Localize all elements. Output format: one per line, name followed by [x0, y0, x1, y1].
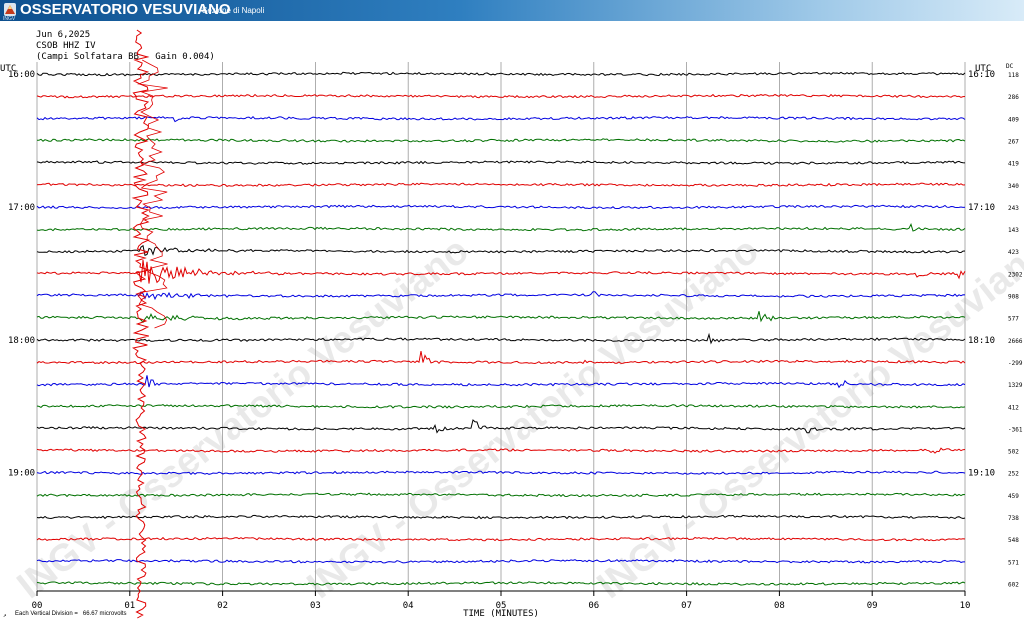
dc-value: 908 [1008, 294, 1019, 301]
x-tick-label: 10 [960, 601, 971, 611]
dc-value: 2666 [1008, 338, 1023, 345]
dc-value: 409 [1008, 116, 1019, 123]
dc-value: 423 [1008, 249, 1019, 256]
dc-value: -361 [1008, 426, 1023, 433]
dc-value: 340 [1008, 183, 1019, 190]
x-tick-label: 01 [124, 601, 135, 611]
x-tick-label: 02 [217, 601, 228, 611]
dc-label: DC [1006, 63, 1014, 70]
dc-value: 577 [1008, 316, 1019, 323]
right-time-label: 16:10 [968, 70, 995, 80]
dc-value: 2302 [1008, 271, 1023, 278]
dc-value: 286 [1008, 94, 1019, 101]
x-tick-label: 09 [867, 601, 878, 611]
dc-value: 459 [1008, 493, 1019, 500]
right-time-label: 18:10 [968, 336, 995, 346]
dc-value: 252 [1008, 471, 1019, 478]
dc-value: 548 [1008, 537, 1019, 544]
x-axis-label: TIME (MINUTES) [463, 609, 539, 619]
dc-value: -299 [1008, 360, 1023, 367]
dc-value: 602 [1008, 581, 1019, 588]
dc-value: 118 [1008, 72, 1019, 79]
right-time-label: 17:10 [968, 203, 995, 213]
dc-value: 143 [1008, 227, 1019, 234]
x-tick-label: 07 [681, 601, 692, 611]
left-time-label: 16:00 [8, 70, 35, 80]
dc-value: 243 [1008, 205, 1019, 212]
dc-value: 738 [1008, 515, 1019, 522]
footnote-mark: ↗ [3, 612, 7, 619]
dc-value: 412 [1008, 404, 1019, 411]
x-tick-label: 06 [588, 601, 599, 611]
seismogram-chart: INGV - Osservatorio VesuvianoINGV - Osse… [0, 29, 1024, 619]
x-tick-label: 03 [310, 601, 321, 611]
watermark-text: INGV - Osservatorio Vesuviano [300, 229, 767, 607]
footnote: Each Vertical Division = 66.67 microvolt… [15, 611, 127, 617]
x-tick-label: 08 [774, 601, 785, 611]
x-tick-label: 04 [403, 601, 414, 611]
dc-value: 502 [1008, 449, 1019, 456]
left-time-label: 18:00 [8, 336, 35, 346]
right-time-label: 19:10 [968, 469, 995, 479]
x-tick-label: 00 [32, 601, 43, 611]
dc-value: 1329 [1008, 382, 1023, 389]
watermark-text: INGV - Osservatorio Vesuviano [590, 229, 1024, 607]
watermark-text: INGV - Osservatorio Vesuviano [10, 229, 477, 607]
left-time-label: 19:00 [8, 469, 35, 479]
dc-value: 267 [1008, 138, 1019, 145]
dc-value: 419 [1008, 161, 1019, 168]
dc-value: 571 [1008, 559, 1019, 566]
left-time-label: 17:00 [8, 203, 35, 213]
